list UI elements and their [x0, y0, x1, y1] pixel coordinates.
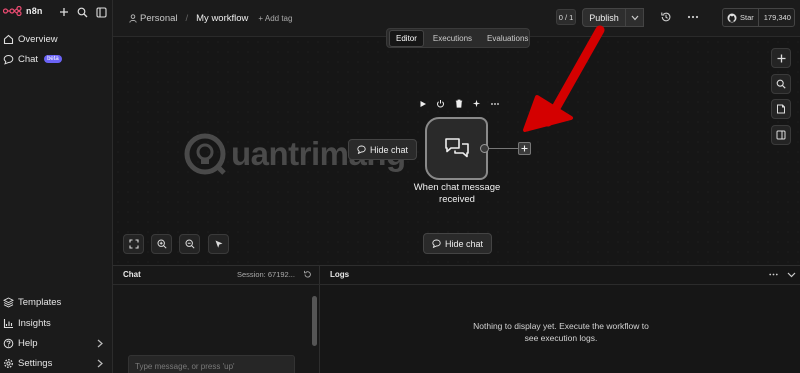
- chevron-right-icon: [94, 338, 105, 349]
- chat-messages-icon: [444, 137, 470, 161]
- toggle-panel-button[interactable]: [771, 125, 791, 145]
- hide-chat-label: Hide chat: [445, 238, 484, 249]
- collapse-chevron-down-icon[interactable]: [787, 270, 796, 279]
- chat-panel-title: Chat: [123, 270, 141, 279]
- tab-evaluations[interactable]: Evaluations: [481, 31, 534, 46]
- session-id[interactable]: Session: 67192...: [237, 270, 295, 279]
- github-star-part: Star: [723, 9, 759, 26]
- cursor-icon: [214, 239, 224, 249]
- add-node-button[interactable]: [771, 48, 791, 68]
- divider: [320, 284, 800, 285]
- breadcrumb-project[interactable]: Personal: [140, 13, 178, 24]
- sidebar-item-insights[interactable]: Insights: [0, 313, 113, 333]
- logs-panel-title: Logs: [330, 270, 350, 279]
- n8n-logo-icon: [3, 6, 23, 16]
- execute-step-play-icon[interactable]: [418, 99, 427, 108]
- chat-trigger-node[interactable]: [425, 117, 488, 180]
- logs-empty-message: Nothing to display yet. Execute the work…: [473, 321, 649, 343]
- zoom-in-icon: [156, 239, 167, 249]
- view-tabs: Editor Executions Evaluations: [386, 28, 530, 48]
- search-icon[interactable]: [75, 5, 89, 19]
- sidebar-item-label: Templates: [18, 296, 62, 308]
- zoom-out-button[interactable]: [179, 234, 200, 254]
- node-output-connector: [489, 148, 519, 149]
- search-icon: [776, 79, 786, 89]
- tab-executions[interactable]: Executions: [427, 31, 478, 46]
- breadcrumb-separator: /: [185, 13, 189, 24]
- publish-label: Publish: [589, 12, 619, 23]
- node-label: When chat message received: [413, 182, 501, 205]
- more-dots-icon[interactable]: [490, 99, 499, 108]
- node-output-handle[interactable]: [480, 144, 489, 153]
- chat-panel: Chat Session: 67192...: [113, 265, 320, 373]
- beta-badge: beta: [44, 55, 62, 63]
- github-star-count: 179,340: [763, 13, 791, 22]
- chat-bubble-icon: [357, 145, 366, 154]
- templates-icon: [3, 296, 14, 308]
- sidebar: n8n Overview Chat beta Templates Insight…: [0, 0, 113, 373]
- sidebar-item-overview[interactable]: Overview: [0, 29, 113, 49]
- tab-editor[interactable]: Editor: [389, 29, 424, 47]
- github-star-button[interactable]: Star 179,340: [722, 8, 795, 27]
- settings-icon: [3, 358, 14, 369]
- brand-name: n8n: [26, 6, 43, 16]
- zoom-in-button[interactable]: [151, 234, 172, 254]
- history-icon[interactable]: [660, 11, 672, 23]
- home-icon: [3, 34, 14, 45]
- sparkle-icon[interactable]: [472, 99, 481, 108]
- sidebar-item-label: Overview: [18, 33, 58, 45]
- sidebar-item-templates[interactable]: Templates: [0, 292, 113, 312]
- search-nodes-button[interactable]: [771, 74, 791, 94]
- scrollbar[interactable]: [312, 296, 317, 346]
- user-icon: [129, 14, 137, 23]
- chevron-right-icon: [94, 358, 105, 369]
- workflow-canvas[interactable]: Editor Executions Evaluations uantrimang…: [113, 28, 800, 265]
- node-toolbar: [418, 99, 499, 108]
- sticky-note-icon: [776, 104, 786, 114]
- pointer-tool-button[interactable]: [208, 234, 229, 254]
- sidebar-item-label: Help: [18, 337, 38, 349]
- plus-icon: [777, 54, 786, 63]
- help-icon: [3, 338, 14, 349]
- sidebar-item-label: Chat: [18, 53, 39, 65]
- github-icon: [727, 13, 737, 23]
- zoom-to-fit-button[interactable]: [123, 234, 144, 254]
- sidebar-item-label: Settings: [18, 357, 53, 369]
- hide-chat-label: Hide chat: [370, 144, 409, 155]
- sidebar-header: n8n: [0, 0, 113, 24]
- more-options-icon[interactable]: [687, 11, 699, 23]
- version-indicator[interactable]: 0 / 1: [556, 9, 576, 25]
- github-star-label: Star: [740, 13, 754, 22]
- deactivate-power-icon[interactable]: [436, 99, 445, 108]
- plus-icon[interactable]: [57, 5, 71, 19]
- panel-right-icon: [776, 130, 786, 140]
- add-next-node-button[interactable]: [518, 142, 531, 155]
- zoom-out-icon: [184, 239, 195, 249]
- sidebar-item-label: Insights: [18, 317, 51, 329]
- hide-chat-button[interactable]: Hide chat: [423, 233, 493, 254]
- chat-message-input[interactable]: [128, 355, 295, 373]
- publish-dropdown-chevron-icon[interactable]: [625, 8, 644, 27]
- hide-chat-tooltip-button[interactable]: Hide chat: [348, 139, 418, 160]
- add-tag-button[interactable]: + Add tag: [258, 14, 292, 23]
- sticky-note-button[interactable]: [771, 99, 791, 119]
- sidebar-item-settings[interactable]: Settings: [0, 353, 113, 373]
- reset-session-icon[interactable]: [303, 270, 312, 279]
- fullscreen-icon: [128, 239, 139, 249]
- logs-panel: Logs Nothing to display yet. Execute the…: [320, 265, 800, 373]
- chat-bubble-icon: [432, 239, 441, 248]
- breadcrumb: Personal / My workflow + Add tag: [129, 13, 292, 24]
- chat-bubble-icon: [3, 54, 14, 65]
- divider: [113, 284, 320, 285]
- sidebar-item-chat[interactable]: Chat beta: [0, 49, 113, 69]
- n8n-logo[interactable]: n8n: [3, 6, 43, 16]
- sidebar-item-help[interactable]: Help: [0, 333, 113, 353]
- watermark-logo-icon: [183, 132, 227, 176]
- insights-icon: [3, 318, 14, 329]
- more-options-icon[interactable]: [769, 270, 778, 279]
- sidebar-toggle-icon[interactable]: [94, 5, 108, 19]
- delete-trash-icon[interactable]: [454, 99, 463, 108]
- plus-icon: [521, 145, 528, 152]
- workflow-name[interactable]: My workflow: [196, 13, 248, 24]
